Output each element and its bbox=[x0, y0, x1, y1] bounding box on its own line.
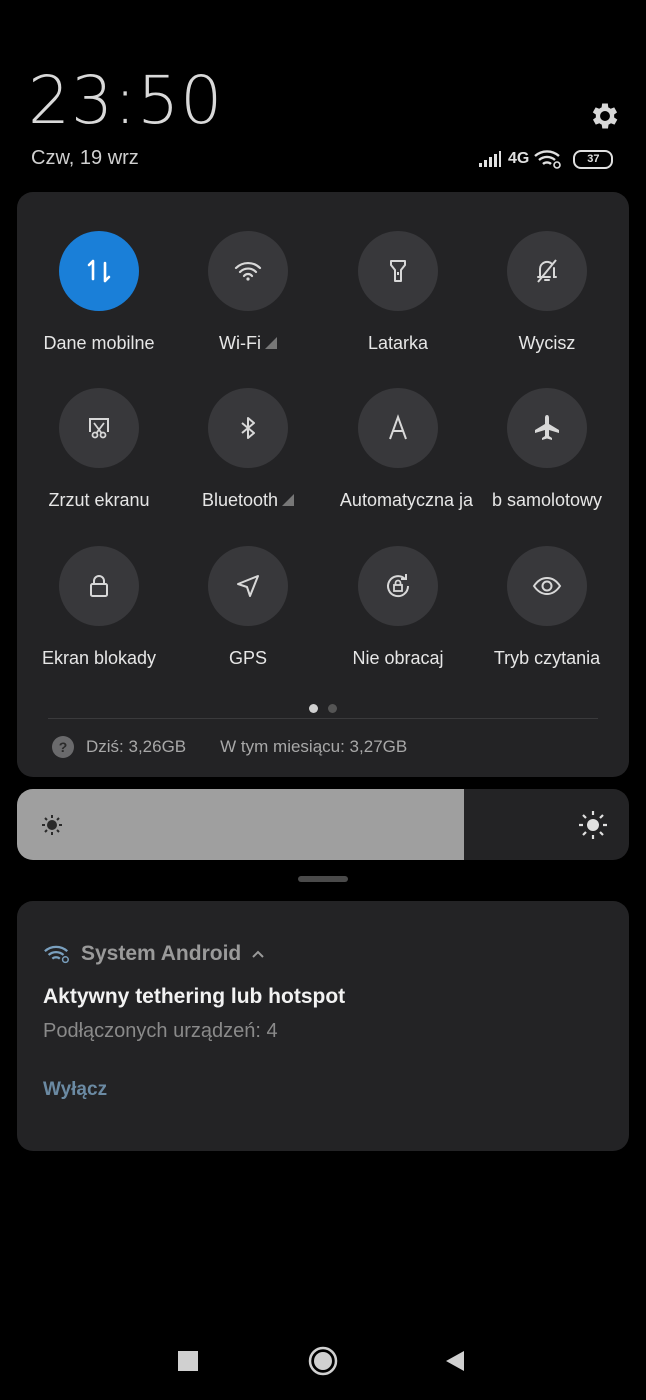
tile-wycisz[interactable]: Wycisz bbox=[472, 231, 622, 354]
bluetooth-icon bbox=[241, 417, 255, 439]
tile-label: b samolotowy bbox=[491, 490, 603, 510]
quick-settings-panel: Dane mobilne Wi-Fi Latarka Wycisz Zrzut ekra… bbox=[17, 192, 629, 777]
tile-label: Automatyczna ja bbox=[339, 490, 473, 510]
wifi-hotspot-icon bbox=[534, 150, 562, 169]
tile-button[interactable] bbox=[358, 388, 438, 468]
tile-latarka[interactable]: Latarka bbox=[323, 231, 473, 354]
tile-label: Ekran blokady bbox=[41, 648, 157, 668]
airplane-icon bbox=[535, 415, 559, 440]
drag-handle[interactable] bbox=[298, 876, 348, 882]
recents-square-icon[interactable] bbox=[178, 1351, 198, 1371]
tile-bluetooth[interactable]: Bluetooth bbox=[173, 388, 323, 511]
tile-zrzut-ekranu[interactable]: Zrzut ekranu bbox=[24, 388, 174, 511]
wifi-hotspot-icon bbox=[44, 945, 69, 964]
tile-button[interactable] bbox=[208, 388, 288, 468]
network-type: 4G bbox=[508, 150, 530, 167]
auto-brightness-icon bbox=[389, 414, 407, 440]
tile-button[interactable] bbox=[59, 388, 139, 468]
tile-label: Zrzut ekranu bbox=[48, 490, 150, 510]
tile-b-samolotowy[interactable]: b samolotowy bbox=[472, 388, 622, 511]
screenshot-scissors-icon bbox=[89, 418, 109, 439]
page-indicator bbox=[17, 700, 629, 718]
rotation-lock-icon bbox=[387, 574, 410, 598]
gear-icon[interactable] bbox=[588, 99, 622, 133]
tile-tryb-czytania[interactable]: Tryb czytania bbox=[472, 546, 622, 669]
page-dot[interactable] bbox=[328, 704, 337, 713]
tile-nie-obracaj[interactable]: Nie obracaj bbox=[323, 546, 473, 669]
brightness-fill bbox=[17, 789, 464, 860]
notification-text: Podłączonych urządzeń: 4 bbox=[43, 1020, 278, 1042]
tile-gps[interactable]: GPS bbox=[173, 546, 323, 669]
tile-button[interactable] bbox=[208, 546, 288, 626]
question-icon[interactable]: ? bbox=[52, 736, 74, 758]
divider bbox=[48, 718, 598, 719]
data-usage[interactable]: ? Dziś: 3,26GB W tym miesiącu: 3,27GB bbox=[52, 736, 407, 758]
tile-label: Tryb czytania bbox=[493, 648, 601, 668]
expand-triangle-icon[interactable] bbox=[282, 494, 295, 506]
tile-label: Latarka bbox=[367, 333, 429, 353]
tile-label: Bluetooth bbox=[201, 490, 279, 510]
tile-button[interactable] bbox=[358, 546, 438, 626]
battery-indicator: 37 bbox=[573, 149, 614, 169]
tile-button[interactable] bbox=[59, 546, 139, 626]
tile-label: Wi-Fi bbox=[219, 333, 261, 353]
wifi-icon bbox=[234, 261, 262, 281]
home-circle-icon[interactable] bbox=[308, 1346, 338, 1376]
page-dot[interactable] bbox=[309, 704, 318, 713]
signal-icon bbox=[479, 151, 501, 167]
usage-month: W tym miesiącu: 3,27GB bbox=[220, 737, 408, 756]
flashlight-icon bbox=[390, 260, 406, 282]
notification-header[interactable]: System Android bbox=[43, 942, 265, 966]
tile-ekran-blokady[interactable]: Ekran blokady bbox=[24, 546, 174, 669]
tile-label: GPS bbox=[228, 648, 267, 668]
tile-button[interactable] bbox=[507, 231, 587, 311]
brightness-slider[interactable] bbox=[17, 789, 629, 860]
tile-button[interactable] bbox=[59, 231, 139, 311]
tile-label: Wycisz bbox=[518, 333, 576, 353]
tile-button[interactable] bbox=[358, 231, 438, 311]
sun-small-icon bbox=[42, 815, 62, 835]
notification-app-name: System Android bbox=[81, 942, 242, 965]
notification-title: Aktywny tethering lub hotspot bbox=[43, 985, 346, 1008]
clock[interactable]: 23:50 bbox=[28, 62, 223, 139]
tile-label: Nie obracaj bbox=[352, 648, 444, 668]
status-icons: 4G 37 bbox=[478, 148, 614, 170]
tile-dane-mobilne[interactable]: Dane mobilne bbox=[24, 231, 174, 354]
tile-button[interactable] bbox=[208, 231, 288, 311]
tile-button[interactable] bbox=[507, 546, 587, 626]
turn-off-button[interactable]: Wyłącz bbox=[43, 1079, 107, 1101]
expand-triangle-icon[interactable] bbox=[264, 337, 277, 349]
date[interactable]: Czw, 19 wrz bbox=[31, 147, 139, 170]
location-arrow-icon bbox=[237, 575, 259, 597]
notification-card[interactable]: System Android Aktywny tethering lub hot… bbox=[17, 901, 629, 1151]
tile-button[interactable] bbox=[507, 388, 587, 468]
sun-large-icon bbox=[579, 811, 607, 839]
usage-today: Dziś: 3,26GB bbox=[86, 737, 187, 756]
tile-wi-fi[interactable]: Wi-Fi bbox=[173, 231, 323, 354]
tile-label: Dane mobilne bbox=[43, 333, 155, 353]
lock-icon bbox=[90, 575, 108, 597]
back-triangle-icon[interactable] bbox=[444, 1350, 466, 1372]
tile-automatyczna-ja[interactable]: Automatyczna ja bbox=[323, 388, 473, 511]
chevron-up-icon[interactable] bbox=[251, 949, 265, 959]
mobile-data-icon bbox=[87, 259, 111, 283]
navigation-bar bbox=[0, 1330, 646, 1390]
bell-off-icon bbox=[537, 259, 557, 283]
eye-icon bbox=[532, 576, 562, 596]
